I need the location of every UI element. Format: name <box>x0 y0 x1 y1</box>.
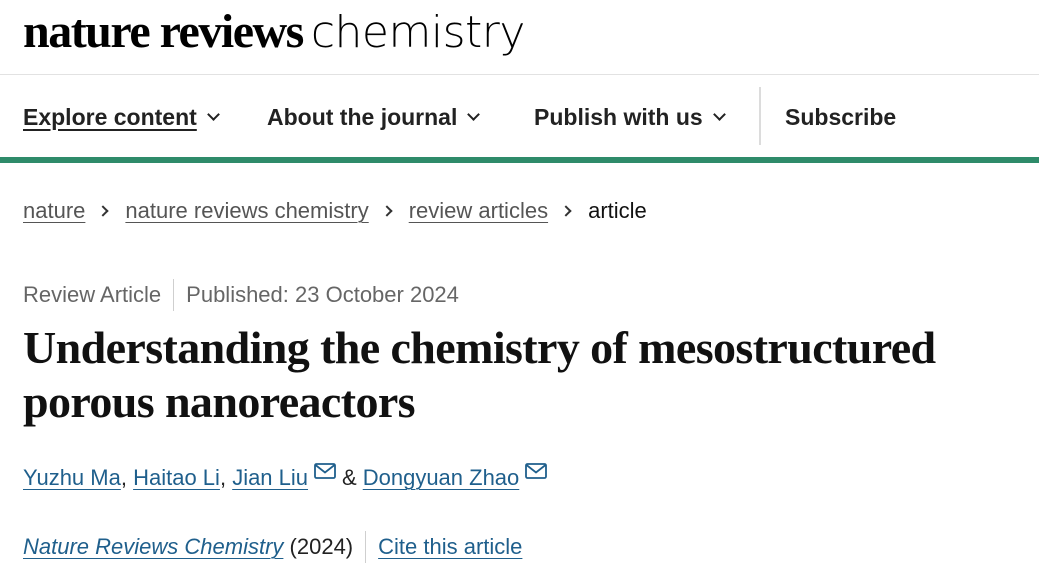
author-dongyuan-zhao[interactable]: Dongyuan Zhao <box>363 465 520 491</box>
nav-subscribe-label: Subscribe <box>785 103 897 130</box>
meta-divider <box>173 279 175 311</box>
article-meta: Review Article Published: 23 October 202… <box>23 279 459 311</box>
main-nav: Explore content About the journal Publis… <box>0 75 1039 157</box>
publish-date: Published: 23 October 2024 <box>186 282 459 307</box>
accent-bar <box>0 157 1039 163</box>
article-type: Review Article <box>23 282 162 307</box>
author-separator: , <box>219 465 227 490</box>
nav-publish-with-us-label: Publish with us <box>534 103 703 130</box>
chevron-down-icon <box>712 107 726 121</box>
author-jian-liu[interactable]: Jian Liu <box>232 465 308 491</box>
breadcrumb: nature nature reviews chemistry review a… <box>23 196 647 226</box>
breadcrumb-review-articles[interactable]: review articles <box>409 198 548 224</box>
author-haitao-li[interactable]: Haitao Li <box>133 465 220 491</box>
email-icon[interactable] <box>525 463 548 479</box>
chevron-right-icon <box>97 205 110 217</box>
nav-explore-content-label: Explore content <box>23 103 197 130</box>
journal-logo[interactable]: nature reviews chemistry <box>23 2 525 73</box>
nav-divider <box>759 87 761 145</box>
email-icon[interactable] <box>314 463 336 479</box>
nav-about-journal[interactable]: About the journal <box>267 100 481 134</box>
chevron-down-icon <box>467 107 481 121</box>
chevron-down-icon <box>206 107 220 121</box>
logo-bold-text: nature reviews <box>23 5 304 58</box>
author-list: Yuzhu Ma, Haitao Li, Jian Liu & Dongyuan Z… <box>23 462 548 494</box>
breadcrumb-current: article <box>588 198 647 223</box>
nav-about-journal-label: About the journal <box>267 103 458 130</box>
nav-subscribe[interactable]: Subscribe <box>785 100 896 134</box>
logo-light-text: chemistry <box>310 7 526 58</box>
breadcrumb-nature-reviews-chemistry[interactable]: nature reviews chemistry <box>125 198 368 224</box>
author-separator: , <box>120 465 127 490</box>
article-title: Understanding the chemistry of mesostruc… <box>23 322 936 427</box>
chevron-right-icon <box>560 205 572 217</box>
journal-link[interactable]: Nature Reviews Chemistry <box>23 534 283 560</box>
chevron-right-icon <box>381 205 393 217</box>
breadcrumb-nature[interactable]: nature <box>23 198 85 224</box>
nav-publish-with-us[interactable]: Publish with us <box>534 100 726 134</box>
masthead: nature reviews chemistry <box>0 0 1039 75</box>
nav-explore-content[interactable]: Explore content <box>23 100 220 134</box>
cite-this-article-link[interactable]: Cite this article <box>378 534 522 560</box>
citation-line: Nature Reviews Chemistry (2024) Cite thi… <box>23 530 522 564</box>
citation-divider <box>365 531 367 563</box>
author-ampersand: & <box>342 465 357 490</box>
publication-year: (2024) <box>289 534 354 559</box>
author-yuzhu-ma[interactable]: Yuzhu Ma <box>23 465 121 491</box>
